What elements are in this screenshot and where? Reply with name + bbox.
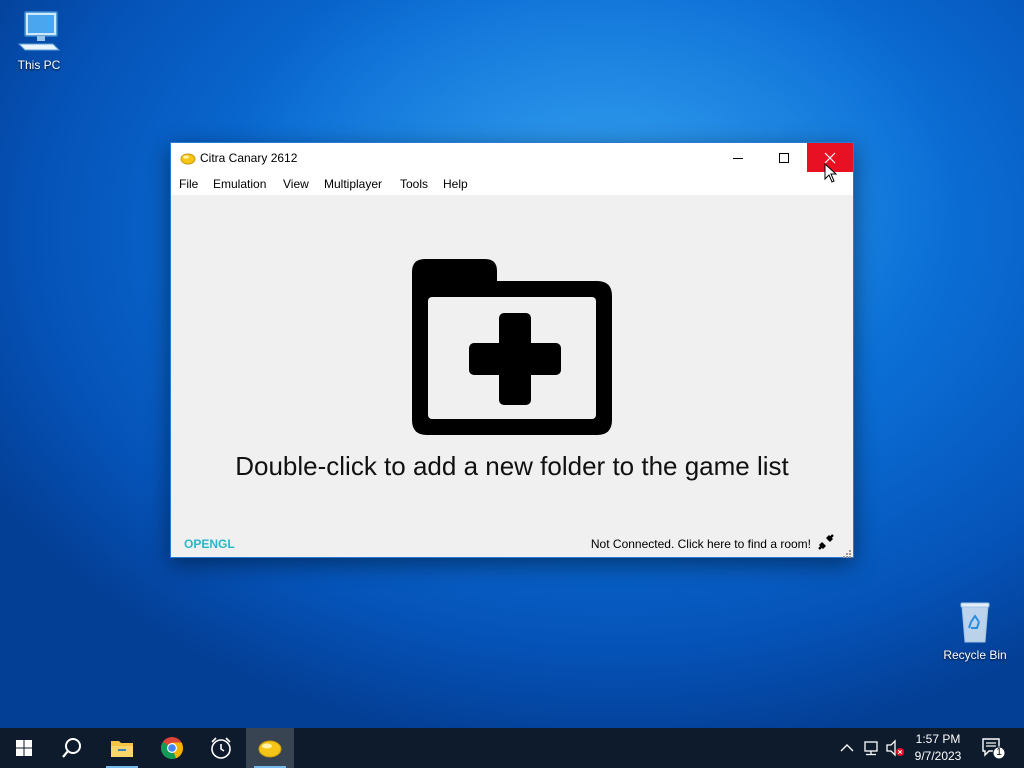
menu-file[interactable]: File — [179, 177, 198, 191]
resize-grip[interactable] — [842, 546, 852, 558]
taskbar: 1:57 PM 9/7/2023 1 — [0, 728, 1024, 768]
taskbar-file-explorer[interactable] — [98, 728, 146, 768]
chevron-up-icon — [840, 744, 854, 752]
search-icon — [62, 738, 81, 758]
window-title: Citra Canary 2612 — [200, 151, 298, 165]
desktop-icon-label: Recycle Bin — [943, 648, 1007, 662]
show-hidden-icons-button[interactable] — [837, 738, 857, 758]
chrome-icon — [161, 737, 184, 760]
search-button[interactable] — [48, 728, 96, 768]
desktop-icon-recycle-bin[interactable]: Recycle Bin — [937, 600, 1013, 662]
taskbar-citra[interactable] — [246, 728, 294, 768]
taskbar-chrome[interactable] — [148, 728, 196, 768]
add-folder-icon[interactable] — [411, 255, 613, 440]
action-center-button[interactable]: 1 — [980, 736, 1006, 760]
title-bar[interactable]: Citra Canary 2612 — [171, 143, 853, 173]
menu-view[interactable]: View — [283, 177, 309, 191]
citra-app-icon — [180, 151, 196, 165]
system-clock[interactable]: 1:57 PM 9/7/2023 — [905, 731, 971, 765]
maximize-icon — [779, 152, 789, 163]
alarms-clock-icon — [211, 737, 231, 759]
network-tray-button[interactable] — [861, 738, 881, 758]
taskbar-alarms-clock[interactable] — [197, 728, 245, 768]
start-icon — [16, 740, 32, 756]
maximize-button[interactable] — [761, 143, 807, 172]
minimize-icon — [733, 157, 743, 159]
start-button[interactable] — [0, 728, 48, 768]
clock-date: 9/7/2023 — [914, 749, 962, 763]
status-bar: OPENGL Not Connected. Click here to find… — [171, 533, 853, 558]
computer-icon — [15, 10, 63, 54]
close-icon — [824, 152, 836, 163]
game-list-area[interactable]: Double-click to add a new folder to the … — [171, 195, 853, 535]
clock-time: 1:57 PM — [915, 732, 961, 746]
menu-multiplayer[interactable]: Multiplayer — [324, 177, 382, 191]
empty-list-hint: Double-click to add a new folder to the … — [235, 451, 789, 481]
notification-count-badge: 1 — [996, 747, 1002, 758]
menu-tools[interactable]: Tools — [400, 177, 428, 191]
desktop-icon-label: This PC — [17, 58, 61, 72]
menu-help[interactable]: Help — [443, 177, 468, 191]
desktop-icon-this-pc[interactable]: This PC — [1, 10, 77, 72]
menu-emulation[interactable]: Emulation — [213, 177, 266, 191]
citra-icon — [258, 740, 282, 758]
volume-tray-button[interactable] — [885, 738, 905, 758]
network-icon — [864, 741, 878, 756]
network-disconnected-icon[interactable] — [817, 533, 835, 551]
mouse-pointer-icon — [824, 162, 838, 183]
minimize-button[interactable] — [715, 143, 761, 172]
file-explorer-icon — [111, 741, 133, 757]
volume-muted-icon — [886, 739, 904, 757]
network-status[interactable]: Not Connected. Click here to find a room… — [591, 537, 811, 551]
menu-bar: File Emulation View Multiplayer Tools He… — [171, 173, 853, 195]
recycle-bin-icon — [951, 600, 999, 644]
citra-window: Citra Canary 2612 File Emulation View Mu… — [170, 142, 854, 558]
renderer-label[interactable]: OPENGL — [184, 537, 235, 551]
